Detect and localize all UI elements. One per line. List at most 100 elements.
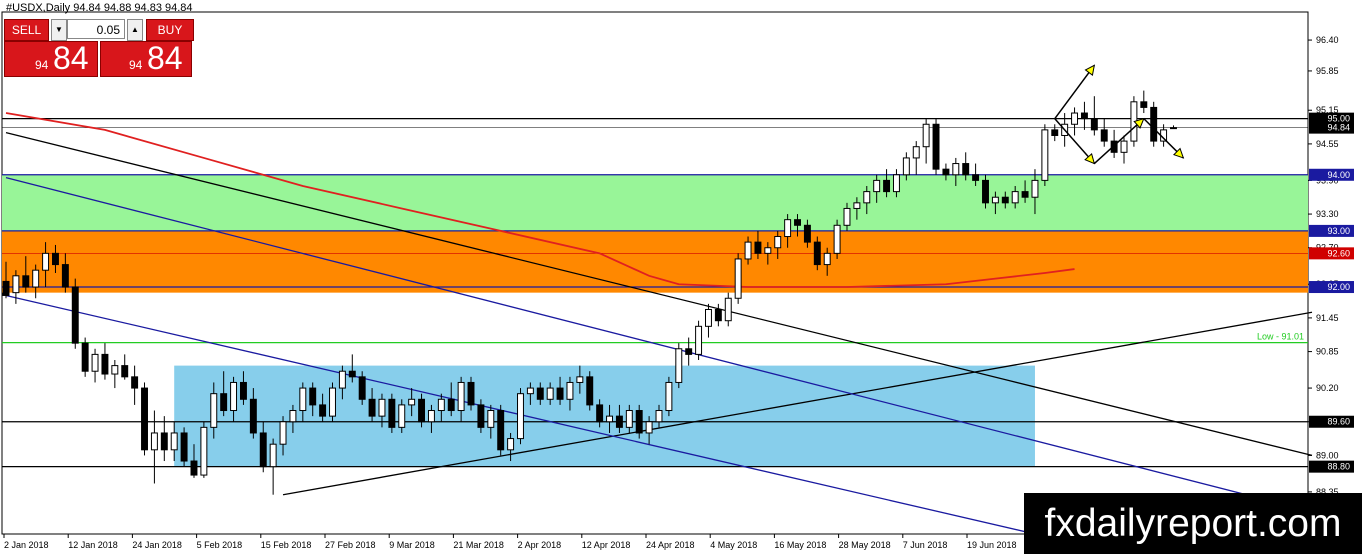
candle-body <box>131 376 139 389</box>
candle-body <box>427 410 435 423</box>
level-label: 92.00 <box>1327 282 1350 292</box>
candle-body <box>378 398 386 417</box>
candle-body <box>724 297 732 322</box>
candle-body <box>645 421 653 434</box>
lot-increase-button[interactable]: ▲ <box>127 19 143 41</box>
candle-body <box>675 348 683 383</box>
x-tick-label: 4 May 2018 <box>710 540 757 550</box>
y-tick-label: 90.85 <box>1316 347 1339 357</box>
candle-body <box>61 264 69 288</box>
sell-button[interactable]: SELL <box>4 19 49 41</box>
y-tick-label: 96.40 <box>1316 35 1339 45</box>
candle-body <box>22 275 30 288</box>
x-tick-label: 21 Mar 2018 <box>453 540 504 550</box>
candle-body <box>784 219 792 238</box>
candle-body <box>279 421 287 445</box>
candle-body <box>1150 106 1158 142</box>
level-label: 89.60 <box>1327 417 1350 427</box>
candle-body <box>942 168 950 176</box>
buy-button[interactable]: BUY <box>146 19 194 41</box>
low-annotation: Low - 91.01 <box>1257 332 1304 342</box>
candle-body <box>635 410 643 434</box>
candle-body <box>695 325 703 355</box>
candle-body <box>507 438 515 451</box>
lot-size-input[interactable]: 0.05 <box>67 19 125 39</box>
level-label: 94.84 <box>1327 123 1350 133</box>
candle-body <box>655 410 663 423</box>
candle-body <box>338 370 346 389</box>
y-tick-label: 91.45 <box>1316 313 1339 323</box>
candle-body <box>210 393 218 428</box>
x-tick-label: 5 Feb 2018 <box>197 540 243 550</box>
candle-body <box>892 174 900 193</box>
candle-body <box>774 236 782 249</box>
level-label: 93.00 <box>1327 226 1350 236</box>
sell-price-box[interactable]: 94 84 <box>4 40 98 77</box>
orange-zone <box>2 230 1308 293</box>
candle-body <box>665 381 673 412</box>
candle-body <box>972 174 980 181</box>
candle-body <box>388 398 396 428</box>
watermark-logo: fxdailyreport.com <box>1024 493 1362 554</box>
lot-decrease-button[interactable]: ▼ <box>51 19 67 41</box>
candle-body <box>309 387 317 406</box>
sell-price-small: 94 <box>35 58 49 72</box>
candle-body <box>170 432 178 451</box>
buy-price-small: 94 <box>129 58 143 72</box>
candle-body <box>467 381 475 406</box>
y-tick-label: 94.55 <box>1316 139 1339 149</box>
candle-body <box>269 443 277 468</box>
candle-body <box>141 387 148 451</box>
candle-body <box>1011 191 1019 204</box>
candle-body <box>586 376 594 406</box>
candle-body <box>883 179 891 193</box>
candle-body <box>705 308 712 327</box>
candle-body <box>517 393 524 440</box>
candle-body <box>833 224 841 254</box>
x-tick-label: 27 Feb 2018 <box>325 540 376 550</box>
candle-body <box>91 353 99 372</box>
candle-body <box>160 432 168 451</box>
candle-body <box>526 387 534 395</box>
candle-body <box>398 404 406 428</box>
candle-body <box>289 410 297 423</box>
candle-body <box>1071 112 1079 125</box>
candle-body <box>1100 129 1108 142</box>
candle-body <box>803 224 811 243</box>
candle-body <box>239 381 247 400</box>
candle-body <box>922 123 930 148</box>
candle-body <box>1140 101 1148 108</box>
y-tick-label: 95.85 <box>1316 66 1339 76</box>
candle-body <box>754 241 762 254</box>
x-tick-label: 7 Jun 2018 <box>903 540 948 550</box>
one-click-trade-panel: SELL ▼ 0.05 ▲ BUY 94 84 94 84 <box>4 19 194 77</box>
candle-body <box>714 308 722 322</box>
candle-body <box>230 381 238 412</box>
candle-body <box>299 387 307 412</box>
candle-body <box>1041 129 1049 181</box>
candle-body <box>487 410 495 428</box>
candle-body <box>853 202 861 209</box>
candle-body <box>111 365 119 375</box>
x-tick-label: 2 Jan 2018 <box>4 540 49 550</box>
x-tick-label: 28 May 2018 <box>839 540 891 550</box>
candle-body <box>1080 112 1088 120</box>
price-chart[interactable]: Low - 91.0196.4095.8595.1594.5593.9093.3… <box>0 0 1362 554</box>
candle-body <box>794 219 801 226</box>
x-tick-label: 24 Apr 2018 <box>646 540 695 550</box>
x-tick-label: 16 May 2018 <box>774 540 826 550</box>
candle-body <box>180 432 188 462</box>
x-tick-label: 15 Feb 2018 <box>261 540 312 550</box>
candle-body <box>932 123 940 170</box>
candle-body <box>42 252 50 271</box>
candle-body <box>952 163 960 176</box>
x-tick-label: 9 Mar 2018 <box>389 540 435 550</box>
candle-body <box>685 348 693 355</box>
buy-price-box[interactable]: 94 84 <box>100 40 192 77</box>
candle-body <box>873 179 881 193</box>
candle-body <box>813 241 821 266</box>
candle-body <box>1120 140 1128 153</box>
candle-body <box>358 376 366 400</box>
candle-body <box>52 252 59 266</box>
green-zone <box>2 174 1308 231</box>
